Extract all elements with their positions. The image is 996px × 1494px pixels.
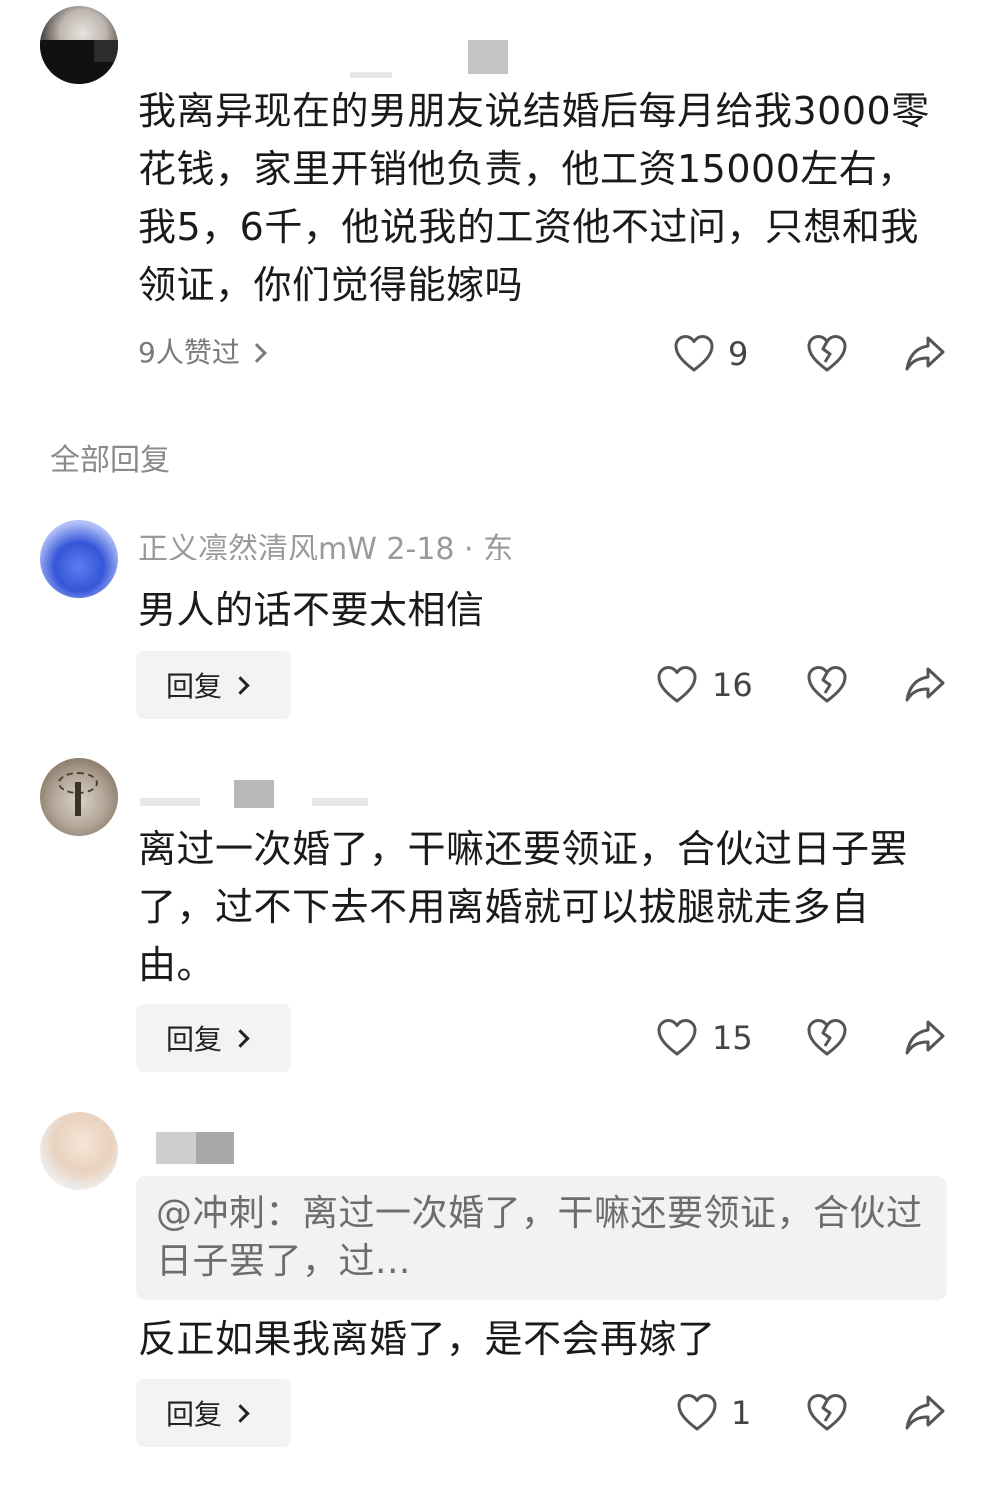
reply-text: 反正如果我离婚了，是不会再嫁了	[138, 1317, 716, 1361]
reply-button[interactable]: 回复	[136, 1379, 291, 1447]
like-count: 16	[712, 666, 753, 704]
section-title: 全部回复	[50, 443, 170, 478]
chevron-right-icon	[231, 675, 250, 695]
broken-heart-icon	[807, 1019, 847, 1056]
reply-text: 离过一次婚了，干嘛还要领证，合伙过日子罢了，过不下去不用离婚就可以拔腿就走多自由…	[138, 827, 909, 987]
reply-button-label: 回复	[166, 1023, 223, 1056]
heart-outline-icon	[657, 666, 697, 703]
avatar-mask	[94, 40, 118, 62]
like-button[interactable]	[655, 663, 699, 707]
reply-button-label: 回复	[166, 1398, 223, 1431]
like-button[interactable]	[672, 332, 716, 376]
quoted-comment[interactable]: @冲刺：离过一次婚了，干嘛还要领证，合伙过日子罢了，过...	[136, 1176, 947, 1300]
avatar[interactable]	[40, 1112, 118, 1190]
quoted-comment-text: @冲刺：离过一次婚了，干嘛还要领证，合伙过日子罢了，过...	[156, 1193, 923, 1282]
like-button[interactable]	[655, 1016, 699, 1060]
blurred-username	[156, 1132, 196, 1164]
avatar-tree-trunk	[75, 782, 81, 816]
like-button[interactable]	[675, 1391, 719, 1435]
blurred-username	[234, 780, 274, 808]
likers-link[interactable]: 9人赞过	[138, 336, 267, 370]
heart-outline-icon	[677, 1394, 717, 1431]
dislike-button[interactable]	[805, 1016, 849, 1060]
blurred-meta	[312, 798, 368, 806]
share-button[interactable]	[903, 663, 947, 707]
broken-heart-icon	[807, 335, 847, 372]
share-arrow-icon	[905, 667, 945, 702]
share-arrow-icon	[905, 1020, 945, 1055]
share-arrow-icon	[905, 336, 945, 371]
dislike-button[interactable]	[805, 1391, 849, 1435]
reply-meta-text: 正义凛然清风mW 2-18 · 东	[138, 532, 514, 560]
blurred-username	[350, 72, 392, 78]
avatar[interactable]	[40, 520, 118, 598]
chevron-right-icon	[231, 1028, 250, 1048]
share-arrow-icon	[905, 1395, 945, 1430]
reply-text: 男人的话不要太相信	[138, 588, 485, 632]
blurred-username	[140, 798, 200, 806]
heart-outline-icon	[657, 1019, 697, 1056]
reply-button-label: 回复	[166, 670, 223, 703]
like-count: 1	[731, 1394, 752, 1432]
share-button[interactable]	[903, 1391, 947, 1435]
dislike-button[interactable]	[805, 663, 849, 707]
avatar[interactable]	[40, 6, 118, 84]
blurred-username	[468, 40, 508, 74]
like-count: 15	[712, 1019, 753, 1057]
chevron-right-icon	[246, 343, 267, 363]
reply-button[interactable]: 回复	[136, 651, 291, 719]
likers-label: 9人赞过	[138, 336, 240, 369]
like-count: 9	[728, 335, 749, 373]
broken-heart-icon	[807, 666, 847, 703]
main-comment-text: 我离异现在的男朋友说结婚后每月给我3000零花钱，家里开销他负责，他工资1500…	[138, 89, 930, 307]
reply-meta: 正义凛然清风mW 2-18 · 东	[138, 532, 513, 560]
avatar[interactable]	[40, 758, 118, 836]
share-button[interactable]	[903, 332, 947, 376]
dislike-button[interactable]	[805, 332, 849, 376]
blurred-username	[196, 1132, 234, 1164]
broken-heart-icon	[807, 1394, 847, 1431]
share-button[interactable]	[903, 1016, 947, 1060]
reply-button[interactable]: 回复	[136, 1004, 291, 1072]
chevron-right-icon	[231, 1403, 250, 1423]
heart-outline-icon	[674, 335, 714, 372]
